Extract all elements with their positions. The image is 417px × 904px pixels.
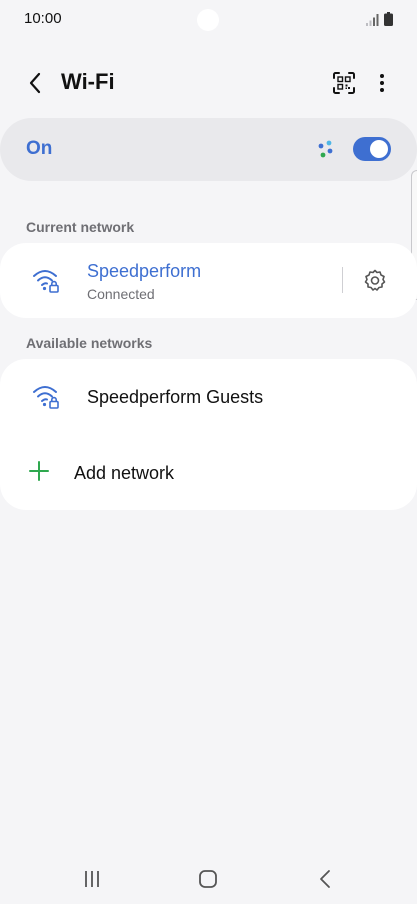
recents-button[interactable] bbox=[74, 865, 110, 893]
network-name: Speedperform Guests bbox=[87, 387, 264, 407]
app-header: Wi-Fi bbox=[0, 60, 417, 106]
qr-scan-button[interactable] bbox=[329, 68, 359, 98]
current-network-row[interactable]: Speedperform Connected bbox=[0, 243, 417, 318]
status-icons bbox=[366, 12, 393, 26]
wifi-lock-icon bbox=[33, 386, 59, 409]
current-network-status: Connected bbox=[87, 286, 155, 302]
status-time: 10:00 bbox=[24, 10, 62, 27]
wifi-lock-icon bbox=[33, 270, 59, 293]
recents-icon bbox=[85, 871, 99, 887]
wifi-switch[interactable] bbox=[353, 137, 391, 161]
wifi-toggle-row[interactable]: On bbox=[0, 118, 417, 181]
back-button[interactable] bbox=[20, 68, 50, 98]
chevron-left-icon bbox=[29, 72, 41, 94]
status-bar: 10:00 bbox=[0, 0, 417, 40]
add-network-row[interactable]: Add network bbox=[0, 435, 417, 510]
available-networks-card: Speedperform Guests Add network bbox=[0, 359, 417, 510]
navigation-bar bbox=[0, 855, 417, 904]
available-networks-header: Available networks bbox=[26, 335, 153, 351]
add-network-label: Add network bbox=[74, 463, 175, 483]
current-network-name: Speedperform bbox=[87, 261, 202, 281]
back-arrow-icon bbox=[320, 870, 330, 888]
dots-cluster-icon[interactable] bbox=[315, 138, 337, 160]
network-list-item[interactable]: Speedperform Guests bbox=[0, 359, 417, 435]
current-network-header: Current network bbox=[26, 219, 135, 235]
more-options-button[interactable] bbox=[367, 68, 397, 98]
signal-icon bbox=[366, 14, 379, 26]
nav-back-button[interactable] bbox=[307, 865, 343, 893]
wifi-toggle-label: On bbox=[26, 138, 53, 159]
home-button[interactable] bbox=[190, 865, 226, 893]
network-settings-button[interactable] bbox=[361, 266, 389, 294]
qr-code-scan-icon bbox=[333, 72, 355, 94]
more-vertical-icon bbox=[380, 74, 384, 92]
battery-icon bbox=[384, 12, 393, 26]
row-divider bbox=[342, 267, 343, 293]
page-title: Wi-Fi bbox=[61, 69, 115, 94]
home-icon bbox=[199, 870, 217, 888]
camera-cutout bbox=[197, 9, 219, 31]
wifi-switch-knob bbox=[370, 140, 388, 158]
gear-icon bbox=[364, 269, 386, 291]
plus-icon bbox=[29, 461, 49, 481]
current-network-card: Speedperform Connected bbox=[0, 243, 417, 318]
